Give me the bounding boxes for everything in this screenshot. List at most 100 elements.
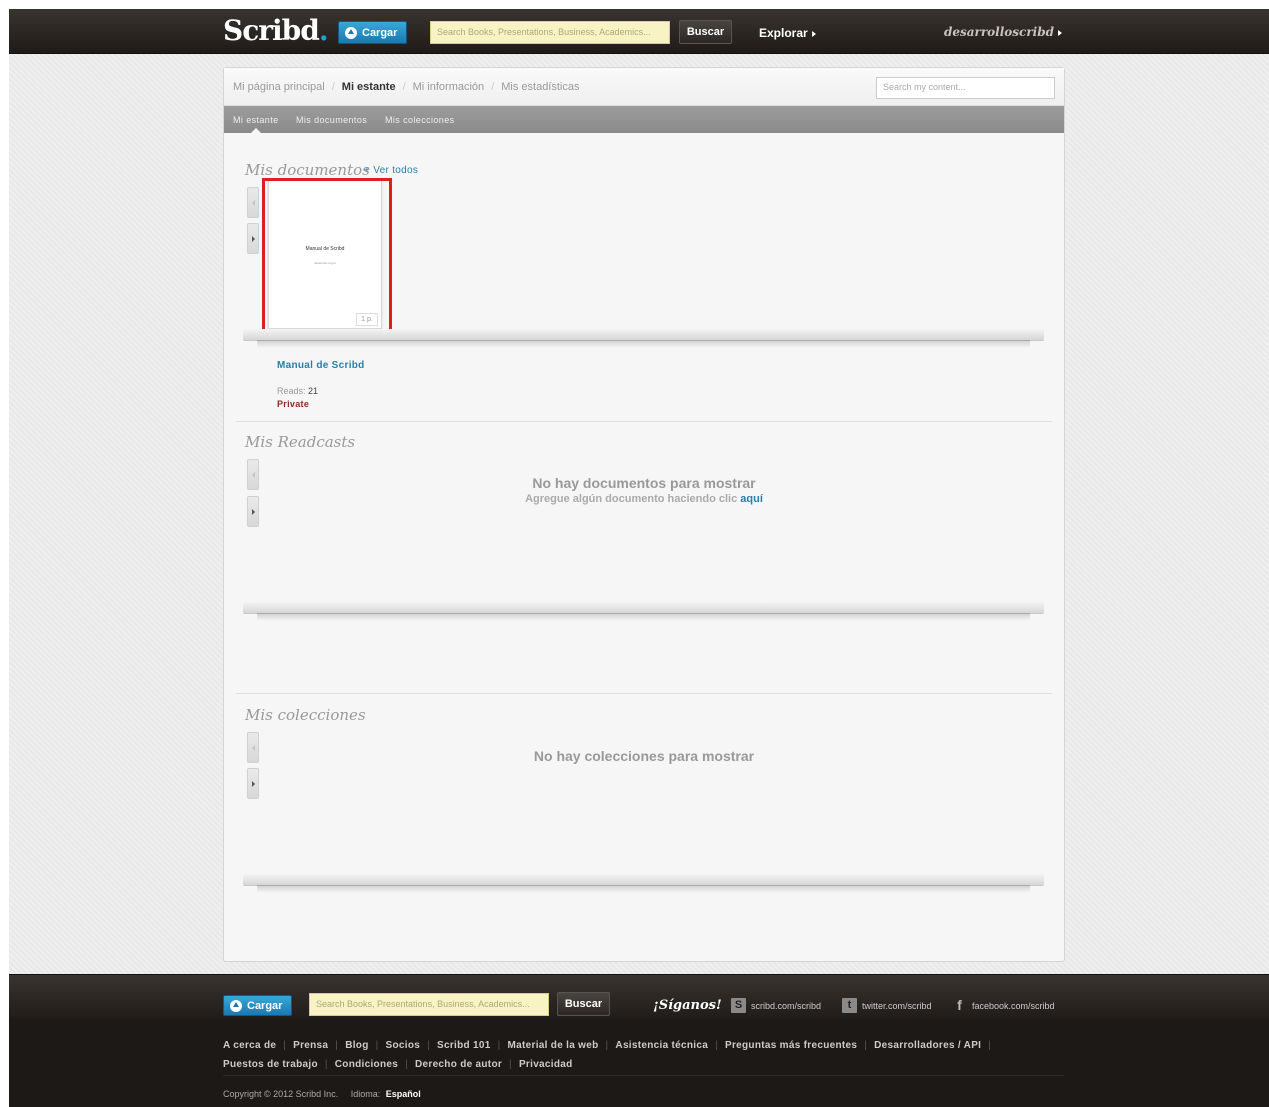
add-document-link[interactable]: aquí (740, 493, 763, 505)
reads-label: Reads: (277, 386, 306, 396)
upload-arrow-icon (345, 26, 357, 39)
tab-info[interactable]: Mi información (413, 81, 485, 93)
footer-divider (223, 1075, 1064, 1076)
link-separator: | (427, 1040, 431, 1051)
collections-section-title: Mis colecciones (245, 706, 366, 724)
tab-stats[interactable]: Mis estadísticas (501, 81, 579, 93)
collections-shelf (243, 874, 1044, 894)
footer-link-faq[interactable]: Preguntas más frecuentes (725, 1040, 857, 1051)
document-reads: Reads: 21 (277, 386, 318, 396)
link-separator: | (405, 1059, 408, 1070)
subtab-collections[interactable]: Mis colecciones (385, 115, 455, 125)
link-separator: | (283, 1040, 287, 1051)
shelf-board (243, 329, 1044, 340)
explore-menu[interactable]: Explorar (759, 26, 816, 40)
footer-search-input[interactable]: Search Books, Presentations, Business, A… (309, 993, 549, 1016)
scribd-icon: S (731, 998, 746, 1013)
copyright-text: Copyright © 2012 Scribd Inc. (223, 1089, 339, 1099)
footer: Cargar Search Books, Presentations, Busi… (9, 974, 1269, 1107)
link-separator: | (864, 1040, 868, 1051)
footer-link-support[interactable]: Asistencia técnica (615, 1040, 708, 1051)
link-separator: | (324, 1059, 328, 1070)
footer-link-jobs[interactable]: Puestos de trabajo (223, 1059, 318, 1070)
chevron-right-icon (1058, 29, 1062, 36)
readcasts-shelf (243, 602, 1044, 622)
top-header: Scribd. Cargar Search Books, Presentatio… (9, 9, 1269, 54)
footer-link-press[interactable]: Prensa (293, 1040, 328, 1051)
link-separator: | (715, 1040, 718, 1051)
facebook-icon: f (957, 997, 962, 1013)
footer-link-web-stuff[interactable]: Material de la web (508, 1040, 599, 1051)
subtab-documents[interactable]: Mis documentos (296, 115, 367, 125)
footer-link-developers[interactable]: Desarrolladores / API (874, 1040, 981, 1051)
scroll-left-button[interactable] (247, 187, 259, 218)
view-all-documents-link[interactable]: + Ver todos (364, 165, 418, 176)
tab-separator: / (331, 81, 335, 93)
social-twitter-link[interactable]: t twitter.com/scribd (842, 998, 932, 1013)
footer-search-button[interactable]: Buscar (557, 992, 610, 1016)
tab-home[interactable]: Mi página principal (233, 81, 325, 93)
footer-links-row-2: Puestos de trabajo | Condiciones | Derecho… (223, 1059, 573, 1070)
empty-hint-text: Agregue algún documento haciendo clic (525, 493, 738, 505)
readcasts-empty-hint: Agregue algún documento haciendo clic aq… (224, 493, 1064, 505)
footer-link-privacy[interactable]: Privacidad (519, 1059, 573, 1070)
upload-label: Cargar (362, 26, 398, 39)
link-separator: | (605, 1040, 609, 1051)
privacy-status: Private (277, 399, 310, 409)
section-divider (236, 421, 1052, 422)
scroll-right-button[interactable] (247, 223, 259, 254)
footer-link-about[interactable]: A cerca de (223, 1040, 276, 1051)
shelf-shadow (257, 885, 1030, 893)
documents-section-title: Mis documentos (245, 161, 370, 179)
user-menu[interactable]: desarrolloscribd (944, 25, 1062, 39)
subtab-shelf[interactable]: Mi estante (233, 115, 279, 125)
social-label: scribd.com/scribd (751, 1000, 822, 1011)
social-facebook-link[interactable]: f facebook.com/scribd (952, 997, 1055, 1013)
language-label: Idioma: (350, 1089, 381, 1099)
scribd-logo[interactable]: Scribd. (223, 14, 329, 47)
logo-text: Scribd (223, 14, 320, 47)
chevron-right-icon (811, 30, 816, 37)
readcasts-section-title: Mis Readcasts (245, 433, 356, 451)
footer-link-partners[interactable]: Socios (386, 1040, 421, 1051)
document-title-link[interactable]: Manual de Scribd (277, 360, 365, 371)
active-subtab-indicator (251, 128, 261, 133)
footer-link-scribd101[interactable]: Scribd 101 (437, 1040, 491, 1051)
explore-label: Explorar (759, 26, 808, 40)
search-button[interactable]: Buscar (679, 20, 732, 44)
shelf-shadow (257, 340, 1030, 348)
link-separator: | (335, 1040, 339, 1051)
arrow-left-icon (251, 199, 255, 206)
reads-count: 21 (308, 386, 319, 396)
link-separator: | (988, 1040, 992, 1051)
tab-shelf[interactable]: Mi estante (342, 81, 396, 93)
tab-separator: / (402, 81, 406, 93)
collections-empty-message: No hay colecciones para mostrar (533, 748, 755, 764)
footer-toolbar: Cargar Search Books, Presentations, Busi… (9, 974, 1269, 1019)
logo-dot: . (318, 14, 329, 47)
documents-shelf (243, 329, 1044, 349)
footer-upload-button[interactable]: Cargar (223, 995, 292, 1016)
link-separator: | (497, 1040, 501, 1051)
upload-arrow-icon (230, 999, 242, 1012)
social-label: facebook.com/scribd (972, 1000, 1055, 1011)
upload-button[interactable]: Cargar (338, 21, 407, 44)
follow-us-label: ¡Síganos! (653, 998, 722, 1013)
footer-link-copyright[interactable]: Derecho de autor (415, 1059, 502, 1070)
arrow-right-icon (251, 508, 255, 515)
twitter-icon: t (842, 998, 857, 1013)
footer-link-terms[interactable]: Condiciones (335, 1059, 398, 1070)
social-scribd-link[interactable]: S scribd.com/scribd (731, 998, 821, 1013)
language-selector[interactable]: Español (386, 1089, 421, 1099)
readcasts-empty-message: No hay documentos para mostrar (532, 475, 756, 491)
shelf-shadow (257, 613, 1030, 621)
arrow-right-icon (251, 235, 255, 242)
page-frame: Scribd. Cargar Search Books, Presentatio… (9, 9, 1269, 1107)
search-input[interactable]: Search Books, Presentations, Business, A… (430, 21, 670, 44)
search-my-content-input[interactable]: Search my content... (876, 77, 1055, 99)
link-separator: | (375, 1040, 379, 1051)
sub-tabs: Mi estante Mis documentos Mis coleccione… (224, 106, 1064, 133)
profile-tabs-bar: Mi página principal / Mi estante / Mi in… (224, 68, 1064, 106)
footer-link-blog[interactable]: Blog (345, 1040, 368, 1051)
scroll-right-button[interactable] (247, 768, 259, 799)
